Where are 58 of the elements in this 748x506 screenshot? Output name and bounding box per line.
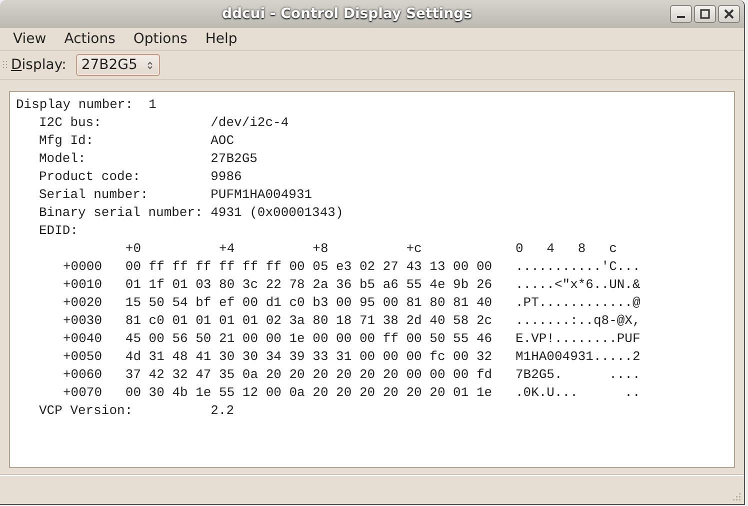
field-value: 9986 <box>210 168 242 186</box>
field-label: Serial number: <box>39 186 150 204</box>
window-title: ddcui - Control Display Settings <box>222 6 472 22</box>
field-label: EDID: <box>39 222 80 240</box>
field-value: 2.2 <box>210 402 234 420</box>
hex-bytes: 00 ff ff ff ff ff ff 00 05 e3 02 27 43 13 00 00 <box>125 258 494 276</box>
hex-offset: +0040 <box>63 330 104 348</box>
ascii-dump: .0K.U... .. <box>515 384 640 402</box>
field-label: Product code: <box>39 168 142 186</box>
ascii-dump: .....<"x*6..UN.& <box>515 276 640 294</box>
minimize-button[interactable] <box>670 5 692 23</box>
field-label: Mfg Id: <box>39 132 95 150</box>
ascii-dump: 7B2G5. .... <box>515 366 640 384</box>
ascii-dump: E.VP!........PUF <box>515 330 640 348</box>
hex-offset: +0010 <box>63 276 104 294</box>
hex-bytes: 45 00 56 50 21 00 00 1e 00 00 00 ff 00 50 55 46 <box>125 330 494 348</box>
resize-grip-icon[interactable] <box>731 491 741 501</box>
field-value: /dev/i2c-4 <box>210 114 289 132</box>
ascii-dump: .......:..q8-@X, <box>515 312 640 330</box>
menu-item[interactable]: Options <box>124 28 196 50</box>
field-value: 4931 (0x00001343) <box>210 204 344 222</box>
field-label: Display number: <box>16 96 134 114</box>
maximize-icon <box>700 9 710 19</box>
close-icon <box>724 9 734 19</box>
up-down-arrows-icon <box>147 60 154 70</box>
hex-bytes: 15 50 54 bf ef 00 d1 c0 b3 00 95 00 81 80 81 40 <box>125 294 494 312</box>
ascii-dump: M1HA004931.....2 <box>515 348 640 366</box>
field-value: AOC <box>210 132 234 150</box>
hex-bytes: 00 30 4b 1e 55 12 00 0a 20 20 20 20 20 20 01 1e <box>125 384 494 402</box>
hex-offset: +0060 <box>63 366 104 384</box>
field-value: PUFM1HA004931 <box>210 186 312 204</box>
hex-bytes: 81 c0 01 01 01 01 02 3a 80 18 71 38 2d 40 58 2c <box>125 312 494 330</box>
ascii-dump: .PT............@ <box>515 294 640 312</box>
column-header: 0 4 8 c <box>515 240 617 258</box>
display-label: Display: <box>11 57 66 73</box>
hex-bytes: 37 42 32 47 35 0a 20 20 20 20 20 20 00 00 00 fd <box>125 366 494 384</box>
hex-offset: +0050 <box>63 348 104 366</box>
hex-offset: +0000 <box>63 258 104 276</box>
menu-item[interactable]: Actions <box>55 28 124 50</box>
maximize-button[interactable] <box>694 5 716 23</box>
hex-bytes: 01 1f 01 03 80 3c 22 78 2a 36 b5 a6 55 4e 9b 26 <box>125 276 494 294</box>
hex-offset: +0020 <box>63 294 104 312</box>
hex-bytes: 4d 31 48 41 30 30 34 39 33 31 00 00 00 fc 00 32 <box>125 348 494 366</box>
hex-offset: +0070 <box>63 384 104 402</box>
field-label: VCP Version: <box>39 402 134 420</box>
hex-offset: +0030 <box>63 312 104 330</box>
field-label: I2C bus: <box>39 114 102 132</box>
column-header: +0 +4 +8 +c <box>125 240 423 258</box>
menu-item[interactable]: View <box>4 28 56 50</box>
minimize-icon <box>677 16 685 18</box>
field-label: Binary serial number: <box>39 204 204 222</box>
field-value: 1 <box>148 96 156 114</box>
field-label: Model: <box>39 150 87 168</box>
menu-item[interactable]: Help <box>196 28 246 50</box>
close-button[interactable] <box>718 5 740 23</box>
display-dropdown[interactable]: 27B2G5 <box>76 54 160 76</box>
ascii-dump: ...........'C... <box>515 258 640 276</box>
field-value: 27B2G5 <box>210 150 258 168</box>
